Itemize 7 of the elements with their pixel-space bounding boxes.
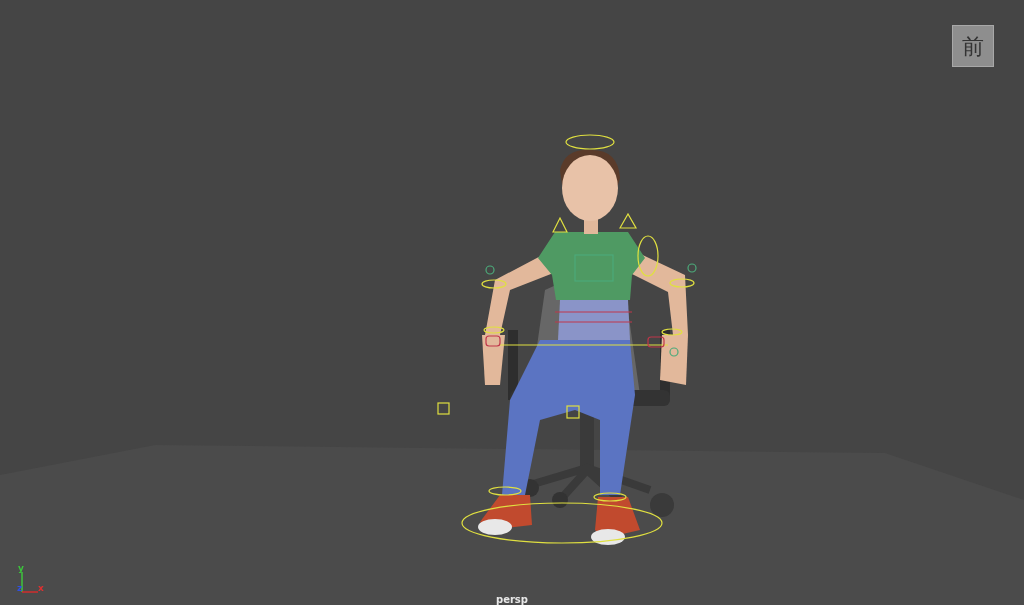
x-axis-label: x (38, 583, 44, 593)
z-axis-label: z (17, 583, 23, 593)
camera-label: persp (496, 594, 528, 605)
view-cube[interactable]: 前 (952, 25, 994, 67)
y-axis-label: y (18, 563, 24, 573)
x-axis-line (21, 591, 39, 593)
y-axis-line (21, 571, 23, 593)
